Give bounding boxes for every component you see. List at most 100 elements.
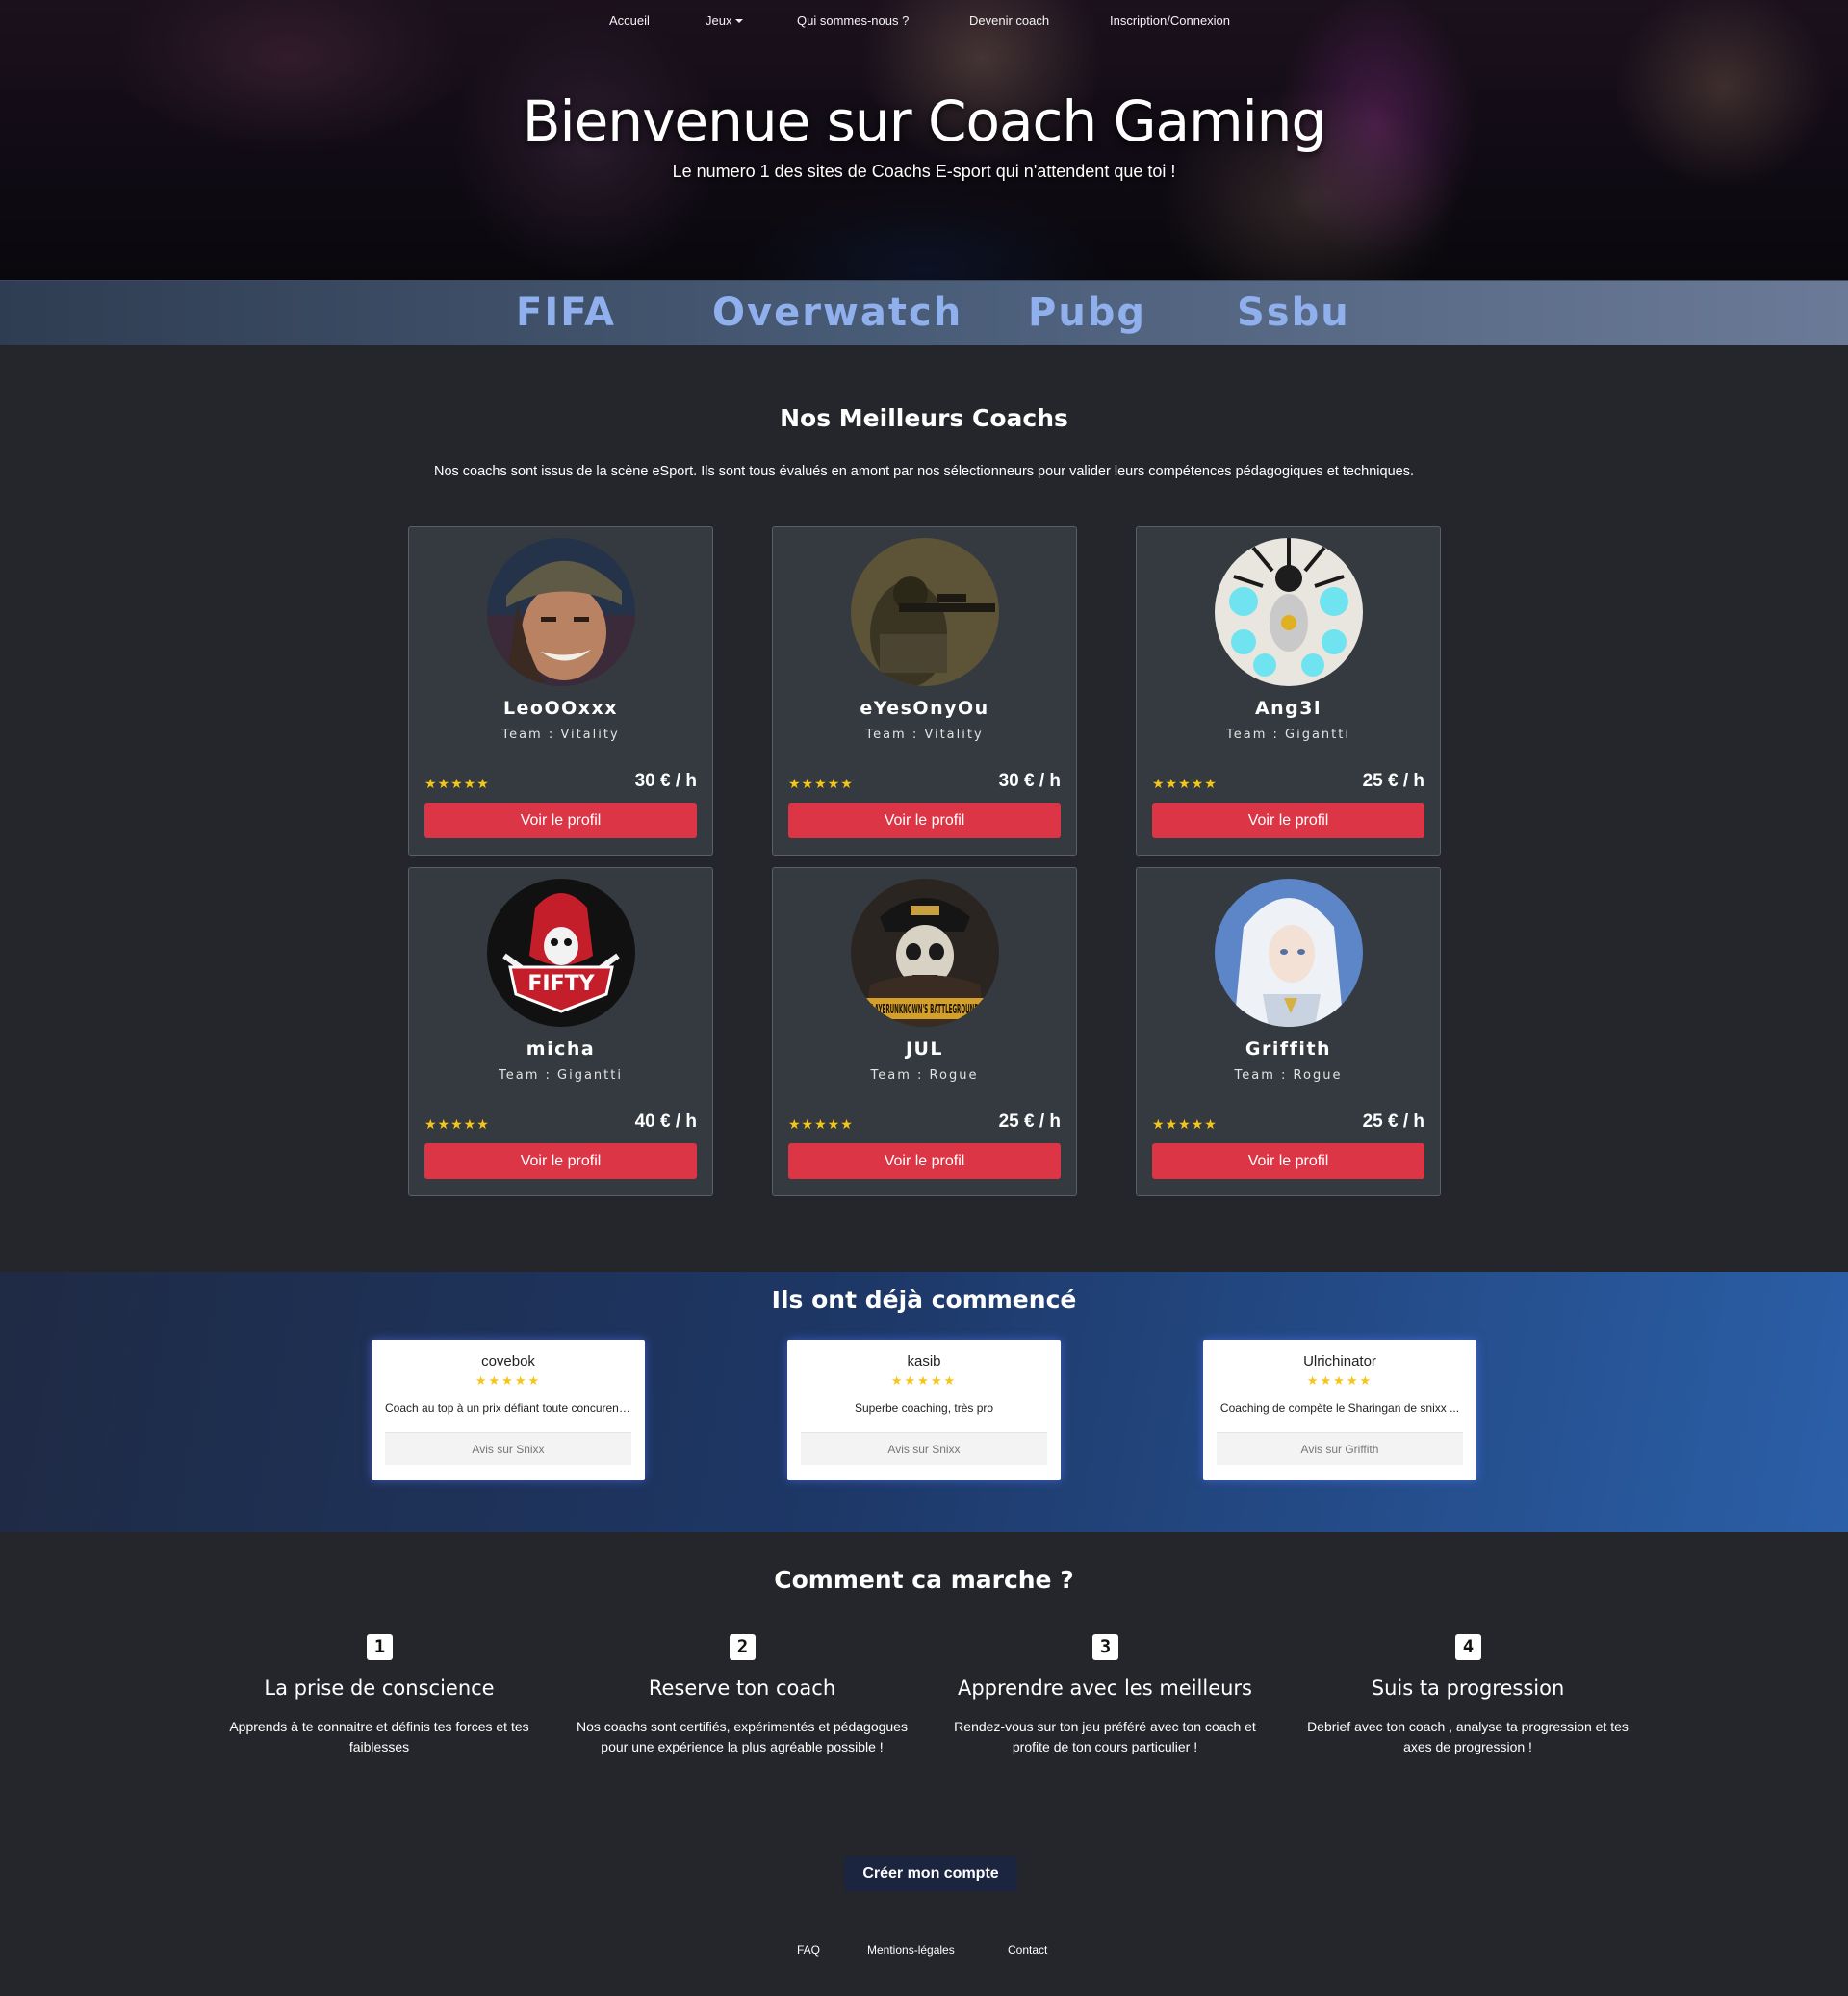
nav-accueil[interactable]: Accueil (609, 13, 650, 28)
footer-link-contact[interactable]: Contact (1008, 1943, 1047, 1957)
coach-card: Ang3l Team : Gigantti ★★★★★ 25 € / h Voi… (1136, 526, 1441, 856)
coach-team: Team : Rogue (1137, 1068, 1440, 1083)
testimonial-author: kasib (907, 1353, 941, 1369)
coach-name: Griffith (1245, 1038, 1332, 1060)
coach-avatar (851, 538, 999, 686)
view-profile-button[interactable]: Voir le profil (1152, 1143, 1424, 1179)
step-title: La prise de conscience (264, 1676, 495, 1700)
footer-link-faq[interactable]: FAQ (797, 1943, 820, 1957)
view-profile-button[interactable]: Voir le profil (1152, 803, 1424, 838)
nav-jeux-label: Jeux (706, 13, 732, 28)
team-name: Gigantti (1285, 728, 1350, 742)
coach-team: Team : Gigantti (1137, 728, 1440, 742)
rating-stars: ★★★★★ (1306, 1373, 1373, 1388)
coach-avatar (487, 538, 635, 686)
coach-price: 30 € / h (634, 771, 697, 791)
step-title: Suis ta progression (1371, 1676, 1565, 1700)
step-title: Apprendre avec les meilleurs (957, 1676, 1253, 1700)
coach-price: 25 € / h (1362, 771, 1424, 791)
team-name: Vitality (924, 728, 984, 742)
coach-price: 40 € / h (634, 1112, 697, 1132)
team-prefix: Team : (865, 728, 919, 742)
view-profile-button[interactable]: Voir le profil (424, 1143, 697, 1179)
view-profile-button[interactable]: Voir le profil (788, 803, 1061, 838)
testimonial-card: kasib ★★★★★ Superbe coaching, très pro A… (787, 1340, 1061, 1480)
rating-stars: ★★★★★ (890, 1373, 958, 1388)
testimonial-text: Coaching de compète le Sharingan de snix… (1219, 1401, 1460, 1415)
coach-name: JUL (905, 1038, 944, 1060)
step-text: Rendez-vous sur ton jeu préféré avec ton… (954, 1719, 1256, 1754)
nav-qui-sommes-nous[interactable]: Qui sommes-nous ? (797, 13, 909, 28)
team-prefix: Team : (870, 1068, 924, 1083)
step-number-badge: 2 (730, 1634, 756, 1660)
coach-name: LeoOOxxx (502, 698, 619, 719)
step-number-badge: 1 (367, 1634, 393, 1660)
hero-title: Bienvenue sur Coach Gaming (522, 89, 1327, 154)
game-link-overwatch[interactable]: Overwatch (712, 291, 962, 335)
coach-name: micha (526, 1038, 596, 1060)
coach-card: PLAYERUNKNOWN'S BATTLEGROUNDS JUL Team :… (772, 867, 1077, 1196)
step-title: Reserve ton coach (648, 1676, 836, 1700)
game-link-ssbu[interactable]: Ssbu (1237, 291, 1350, 335)
view-profile-button[interactable]: Voir le profil (788, 1143, 1061, 1179)
coach-team: Team : Vitality (773, 728, 1076, 742)
coach-avatar (1215, 538, 1363, 686)
nav-jeux-dropdown[interactable]: Jeux (706, 13, 744, 28)
coachs-intro: Nos coachs sont issus de la scène eSport… (433, 464, 1415, 479)
testimonial-card: covebok ★★★★★ Coach au top à un prix déf… (372, 1340, 645, 1480)
avatar-logo-text: PLAYERUNKNOWN'S BATTLEGROUNDS (867, 1003, 983, 1017)
coach-name: Ang3l (1254, 698, 1322, 719)
testimonial-footer: Avis sur Griffith (1217, 1432, 1463, 1465)
hero-banner: Accueil Jeux Qui sommes-nous ? Devenir c… (0, 0, 1848, 281)
coach-price: 25 € / h (1362, 1112, 1424, 1132)
testimonial-text: Coach au top à un prix défiant toute con… (385, 1401, 631, 1415)
testimonial-footer: Avis sur Snixx (385, 1432, 631, 1465)
testimonial-footer: Avis sur Snixx (801, 1432, 1047, 1465)
coach-team: Team : Gigantti (409, 1068, 712, 1083)
step-text: Debrief avec ton coach , analyse ta prog… (1307, 1719, 1629, 1754)
game-link-fifa[interactable]: FIFA (516, 291, 616, 335)
team-name: Rogue (1293, 1068, 1343, 1083)
rating-stars: ★★★★★ (424, 1116, 490, 1132)
team-prefix: Team : (499, 1068, 552, 1083)
rating-stars: ★★★★★ (788, 776, 854, 791)
rating-stars: ★★★★★ (424, 776, 490, 791)
avatar-logo-text: FIFTY (527, 972, 595, 996)
step-text: Nos coachs sont certifiés, expérimentés … (577, 1719, 908, 1754)
coach-name: eYesOnyOu (860, 698, 989, 719)
team-name: Gigantti (557, 1068, 623, 1083)
testimonials-title: Ils ont déjà commencé (771, 1286, 1077, 1314)
team-prefix: Team : (1234, 1068, 1288, 1083)
coach-card: eYesOnyOu Team : Vitality ★★★★★ 30 € / h… (772, 526, 1077, 856)
nav-devenir-coach[interactable]: Devenir coach (969, 13, 1049, 28)
coach-team: Team : Rogue (773, 1068, 1076, 1083)
rating-stars: ★★★★★ (475, 1373, 542, 1388)
rating-stars: ★★★★★ (788, 1116, 854, 1132)
testimonial-card: Ulrichinator ★★★★★ Coaching de compète l… (1203, 1340, 1476, 1480)
coach-card: Griffith Team : Rogue ★★★★★ 25 € / h Voi… (1136, 867, 1441, 1196)
nav-inscription-connexion[interactable]: Inscription/Connexion (1110, 13, 1230, 28)
step-text: Apprends à te connaitre et définis tes f… (229, 1719, 529, 1754)
view-profile-button[interactable]: Voir le profil (424, 803, 697, 838)
game-link-pubg[interactable]: Pubg (1028, 291, 1146, 335)
create-account-button[interactable]: Créer mon compte (844, 1856, 1017, 1891)
coach-team: Team : Vitality (409, 728, 712, 742)
team-name: Rogue (929, 1068, 979, 1083)
coach-avatar: FIFTY (487, 879, 635, 1027)
top-navbar: Accueil Jeux Qui sommes-nous ? Devenir c… (0, 13, 1848, 33)
rating-stars: ★★★★★ (1152, 1116, 1218, 1132)
coach-price: 30 € / h (998, 771, 1061, 791)
hero-subtitle: Le numero 1 des sites de Coachs E-sport … (672, 162, 1176, 181)
coach-avatar (1215, 879, 1363, 1027)
testimonial-text: Superbe coaching, très pro (854, 1401, 994, 1415)
testimonial-author: Ulrichinator (1303, 1353, 1376, 1369)
testimonial-author: covebok (481, 1353, 535, 1369)
games-bar: FIFA Overwatch Pubg Ssbu (0, 281, 1848, 345)
coach-card: LeoOOxxx Team : Vitality ★★★★★ 30 € / h … (408, 526, 713, 856)
footer-link-mentions-legales[interactable]: Mentions-légales (867, 1943, 955, 1957)
caret-down-icon (735, 19, 744, 23)
coach-avatar: PLAYERUNKNOWN'S BATTLEGROUNDS (851, 879, 999, 1027)
coach-card: FIFTY micha Team : Gigantti ★★★★★ 40 € /… (408, 867, 713, 1196)
step-number-badge: 3 (1092, 1634, 1118, 1660)
coach-price: 25 € / h (998, 1112, 1061, 1132)
